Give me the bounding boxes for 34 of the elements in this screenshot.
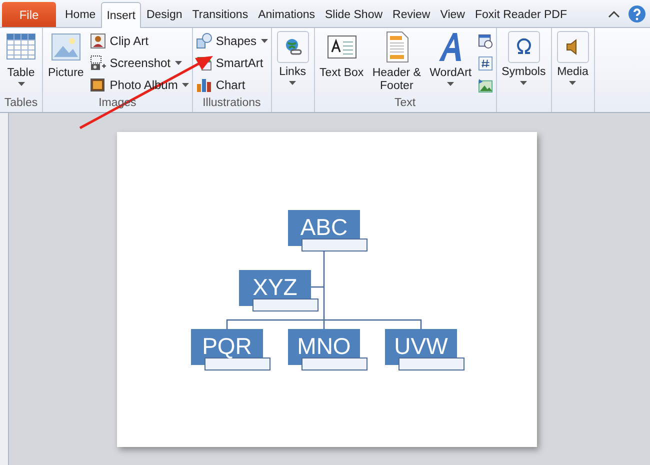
ribbon-tab[interactable]: Slide Show	[320, 2, 388, 27]
ribbon-button[interactable]: WordArt	[428, 31, 474, 86]
ribbon-tab[interactable]: Transitions	[187, 2, 254, 27]
group-label: Tables	[3, 97, 39, 111]
photo-album-icon	[90, 77, 106, 93]
ribbon-button[interactable]: Symbols	[500, 31, 548, 85]
help-icon[interactable]	[628, 5, 646, 23]
ribbon-tab[interactable]: View	[435, 2, 470, 27]
calendar-clock-icon[interactable]	[478, 34, 493, 48]
hash-icon[interactable]	[478, 56, 493, 70]
group-label: Illustrations	[202, 97, 262, 111]
shapes-icon	[196, 33, 212, 49]
ribbon-tab[interactable]: Home	[60, 2, 101, 27]
ribbon-tab[interactable]: Foxit Reader PDF	[470, 2, 572, 27]
minimize-ribbon-icon[interactable]	[608, 10, 620, 18]
ribbon-button[interactable]: Picture	[46, 31, 86, 80]
ribbon-tab[interactable]: Design	[141, 2, 188, 27]
ribbon-button[interactable]: Shapes	[196, 31, 268, 51]
object-icon[interactable]	[478, 78, 493, 92]
ribbon-tab[interactable]: Animations	[253, 2, 320, 27]
ribbon-button[interactable]: Text Box	[318, 31, 366, 80]
ribbon-tab[interactable]: Insert	[100, 2, 142, 28]
ribbon-tab[interactable]: Review	[388, 2, 436, 27]
ribbon-button[interactable]: Table	[3, 31, 39, 86]
group-label: Text	[394, 97, 417, 111]
chart-icon	[196, 77, 212, 93]
file-tab[interactable]: File	[2, 2, 56, 27]
ribbon-button[interactable]: Chart	[196, 75, 268, 95]
ribbon-button[interactable]: Screenshot	[90, 53, 189, 73]
camera-icon	[90, 55, 106, 71]
person-icon	[90, 33, 106, 49]
ribbon-button[interactable]: Header & Footer	[370, 31, 424, 93]
ribbon-button[interactable]: Clip Art	[90, 31, 189, 51]
picture-icon	[50, 31, 82, 63]
